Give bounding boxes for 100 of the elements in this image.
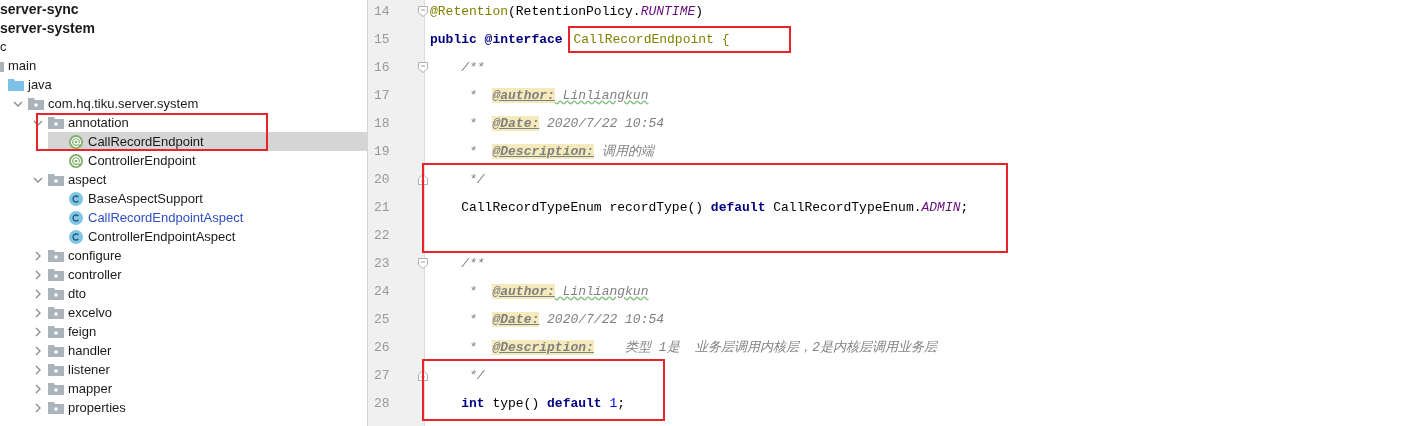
package-icon	[48, 268, 64, 281]
doc-tag: @author:	[492, 283, 555, 299]
tree-row[interactable]: server-system	[0, 18, 367, 37]
code-text: ;	[960, 199, 969, 215]
line-number: 22	[373, 227, 391, 243]
highlighted-class-name: CallRecordEndpoint {	[570, 27, 790, 51]
comment-text: 2020/7/22 10:54	[546, 311, 665, 327]
tree-row[interactable]: listener	[28, 360, 367, 379]
constant-text: RUNTIME	[640, 3, 696, 19]
chevron-right-icon[interactable]	[33, 326, 43, 337]
package-icon	[48, 116, 64, 129]
package-icon	[48, 287, 64, 300]
chevron-right-icon[interactable]	[33, 250, 43, 261]
tree-label: BaseAspectSupport	[88, 191, 203, 206]
tree-row[interactable]: annotation	[28, 113, 367, 132]
tree-label: c	[0, 39, 7, 54]
chevron-right-icon[interactable]	[33, 288, 43, 299]
tree-row[interactable]: com.hq.tiku.server.system	[8, 94, 367, 113]
line-number: 17	[373, 87, 391, 103]
tree-row[interactable]: controller	[28, 265, 367, 284]
package-icon	[48, 306, 64, 319]
tree-label: excelvo	[68, 305, 113, 320]
tree-label: ControllerEndpointAspect	[88, 229, 236, 244]
line-number: 28	[373, 395, 391, 411]
tree-label: feign	[68, 324, 97, 339]
tree-label: controller	[68, 267, 122, 282]
tree-row[interactable]: main	[0, 56, 367, 75]
tree-row[interactable]: handler	[28, 341, 367, 360]
line-number: 27	[373, 367, 391, 383]
doc-tag: @Date:	[492, 115, 540, 131]
line-number: 15	[373, 31, 391, 47]
comment-text: 2020/7/22 10:54	[546, 115, 665, 131]
tree-label: CallRecordEndpointAspect	[88, 210, 244, 225]
doc-tag: @Description:	[492, 143, 594, 159]
tree-label: java	[28, 77, 52, 92]
tree-label: listener	[68, 362, 110, 377]
fold-icon[interactable]	[418, 257, 428, 269]
tree-row[interactable]: CallRecordEndpoint	[48, 132, 367, 151]
code-text: CallRecordTypeEnum.	[772, 199, 922, 215]
package-icon	[48, 249, 64, 262]
line-number: 21	[373, 199, 391, 215]
comment-text: /**	[460, 59, 485, 75]
fold-icon[interactable]	[418, 173, 428, 185]
line-number: 16	[373, 59, 391, 75]
tree-label: properties	[68, 400, 126, 415]
package-icon	[48, 382, 64, 395]
tree-row[interactable]: aspect	[28, 170, 367, 189]
tree-row[interactable]: mapper	[28, 379, 367, 398]
fold-icon[interactable]	[418, 61, 428, 73]
tree-row[interactable]: ControllerEndpoint	[48, 151, 367, 170]
tree-label: server-system	[0, 19, 95, 36]
chevron-right-icon[interactable]	[33, 364, 43, 375]
tree-row[interactable]: properties	[28, 398, 367, 417]
chevron-right-icon[interactable]	[33, 402, 43, 413]
tree-row[interactable]: ControllerEndpointAspect	[48, 227, 367, 246]
chevron-right-icon[interactable]	[33, 307, 43, 318]
annotation-icon	[69, 153, 83, 168]
keyword: public @interface	[430, 31, 564, 47]
comment-text: 调用的端	[600, 143, 654, 160]
tree-row[interactable]: java	[0, 75, 367, 94]
fold-icon[interactable]	[418, 369, 428, 381]
package-icon	[48, 363, 64, 376]
package-icon	[48, 325, 64, 338]
line-number: 25	[373, 311, 391, 327]
chevron-right-icon[interactable]	[33, 383, 43, 394]
comment-text: Linliangkun	[561, 283, 649, 299]
chevron-right-icon[interactable]	[33, 269, 43, 280]
tree-row[interactable]: dto	[28, 284, 367, 303]
tree-row[interactable]: excelvo	[28, 303, 367, 322]
comment-text: *	[468, 339, 478, 355]
folder-icon	[8, 78, 24, 91]
tree-row[interactable]: CallRecordEndpointAspect	[48, 208, 367, 227]
package-icon	[48, 173, 64, 186]
tree-row[interactable]: configure	[28, 246, 367, 265]
tree-label: server-sync	[0, 0, 79, 17]
annotation-icon	[69, 134, 83, 149]
comment-text: */	[468, 367, 485, 383]
doc-tag: @Description:	[492, 339, 594, 355]
comment-text: *	[468, 143, 478, 159]
tree-row[interactable]: feign	[28, 322, 367, 341]
tree-label: CallRecordEndpoint	[88, 134, 204, 149]
chevron-right-icon[interactable]	[33, 345, 43, 356]
comment-text: *	[468, 311, 478, 327]
line-number: 24	[373, 283, 391, 299]
class-icon	[69, 210, 83, 225]
tree-label: main	[8, 58, 37, 73]
tree-row[interactable]: BaseAspectSupport	[48, 189, 367, 208]
comment-text: 类型 1是 业务层调用内核层，2是内核层调用业务层	[624, 339, 938, 356]
code-text: CallRecordTypeEnum recordType()	[460, 199, 705, 215]
doc-tag: @author:	[492, 87, 555, 103]
annotation-text: @Retention	[430, 3, 508, 19]
code-text: )	[695, 3, 704, 19]
tree-row[interactable]: server-sync	[0, 0, 367, 18]
tree-label: dto	[68, 286, 87, 301]
keyword: default	[547, 395, 602, 411]
line-number: 20	[373, 171, 391, 187]
fold-icon[interactable]	[418, 5, 428, 17]
line-number: 19	[373, 143, 391, 159]
tree-label: handler	[68, 343, 112, 358]
tree-row[interactable]: c	[0, 37, 367, 56]
